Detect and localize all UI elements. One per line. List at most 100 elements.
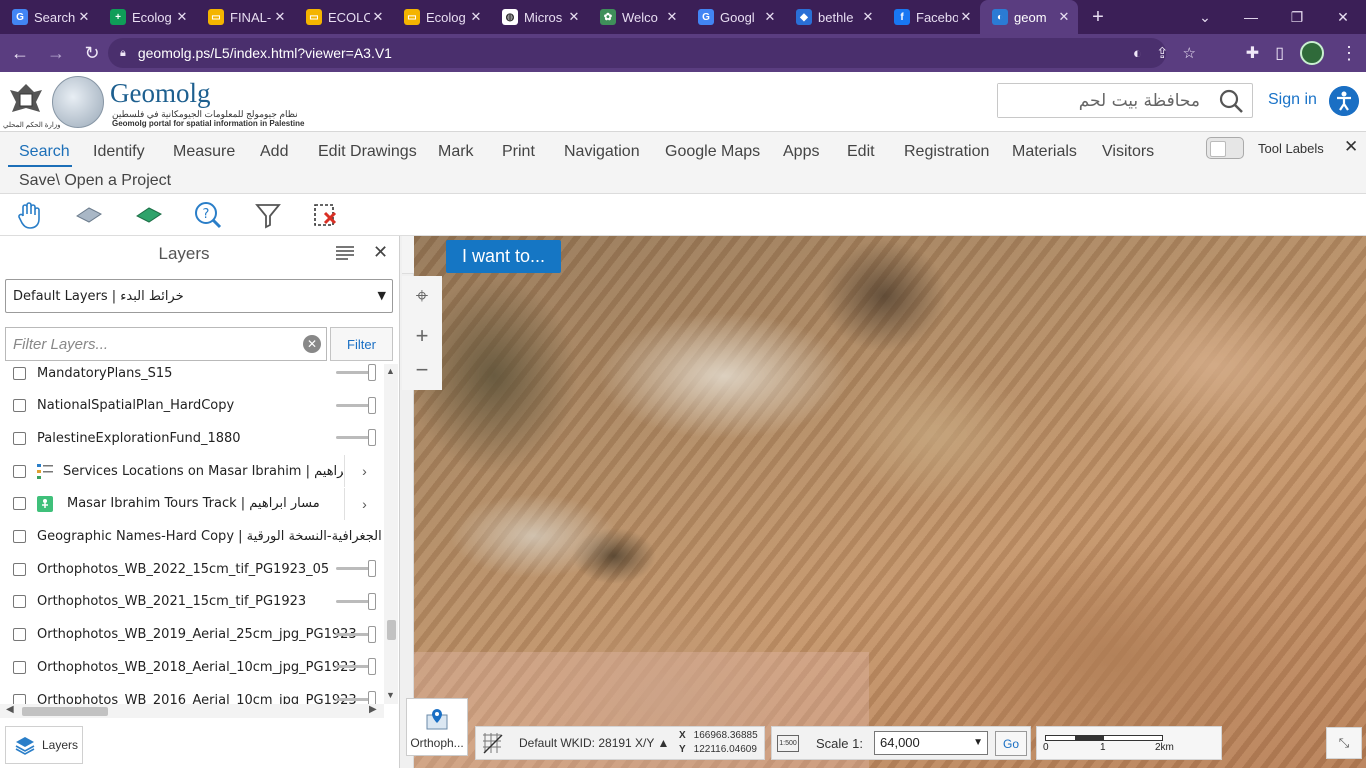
menu-tab-measure[interactable]: Measure [173,143,235,161]
layer-checkbox[interactable] [13,431,26,445]
zoom-out-button[interactable]: − [402,352,442,388]
layer-checkbox[interactable] [13,366,26,380]
layer-row[interactable]: ›Services Locations on Masar Ibrahim | م… [0,455,384,488]
layer-checkbox[interactable] [13,399,26,413]
layer-row[interactable]: Orthophotos_WB_2019_Aerial_25cm_jpg_PG19… [0,619,384,651]
tab-close-icon[interactable]: ✕ [1056,9,1072,25]
layer-checkbox[interactable] [13,660,26,674]
scroll-down-icon[interactable]: ▼ [386,690,395,700]
menu-tab-edit-drawings[interactable]: Edit Drawings [318,143,417,161]
side-panel-icon[interactable]: ▯ [1275,43,1284,63]
google-lens-icon[interactable]: ◐ [1133,45,1142,62]
zoom-in-button[interactable]: + [402,318,442,354]
menu-tab-identify[interactable]: Identify [93,143,145,161]
panel-close-icon[interactable]: ✕ [373,242,388,263]
tab-close-icon[interactable]: ✕ [958,9,974,25]
clear-selection-icon[interactable] [310,200,340,230]
expand-corner-icon[interactable]: ⤡ [1326,727,1362,759]
sign-in-link[interactable]: Sign in [1268,91,1317,109]
scroll-right-icon[interactable]: ▶ [369,704,377,715]
go-button[interactable]: Go [995,731,1027,756]
clear-filter-icon[interactable]: ✕ [303,335,321,353]
address-bar[interactable]: 🔒︎ geomolg.ps/L5/index.html?viewer=A3.V1 [108,38,1166,68]
close-window-button[interactable]: ✕ [1320,0,1366,34]
opacity-slider-thumb[interactable] [368,396,376,414]
layer-checkbox[interactable] [13,693,26,704]
layer-theme-select[interactable]: Default Layers | خرائط البدء ▼ [5,279,393,313]
select-area-icon[interactable] [134,200,164,230]
save-open-project-tab[interactable]: Save\ Open a Project [19,172,171,190]
menu-tab-visitors[interactable]: Visitors [1102,143,1154,161]
browser-menu-icon[interactable]: ⋮ [1340,43,1358,64]
filter-funnel-icon[interactable] [253,200,283,230]
browser-tab[interactable]: ▭ Ecolog ✕ [392,0,490,34]
browser-tab[interactable]: ◆ bethle ✕ [784,0,882,34]
layer-checkbox[interactable] [13,628,26,642]
basemap-switcher[interactable]: Orthoph... [406,698,468,756]
expand-group-chevron-icon[interactable]: › [344,455,384,488]
menu-tab-apps[interactable]: Apps [783,143,819,161]
layer-checkbox[interactable] [13,562,26,576]
layer-opacity-slider[interactable] [336,403,372,407]
menu-tab-add[interactable]: Add [260,143,288,161]
menu-tab-navigation[interactable]: Navigation [564,143,640,161]
menu-tab-search[interactable]: Search [19,143,70,161]
browser-tab[interactable]: G Search ✕ [0,0,98,34]
identify-search-icon[interactable]: ? [193,200,223,230]
back-icon[interactable]: ← [4,37,36,69]
select-polygon-icon[interactable] [74,200,104,230]
layer-row[interactable]: Orthophotos_WB_2021_15cm_tif_PG1923 [0,586,384,618]
opacity-slider-thumb[interactable] [368,592,376,610]
layer-opacity-slider[interactable] [336,665,372,669]
layer-row[interactable]: PalestineExplorationFund_1880 [0,422,384,454]
layer-list-scrollbar[interactable]: ▲ ▼ [384,364,398,704]
tab-search-chevron-icon[interactable]: ⌄ [1182,0,1228,34]
site-brand[interactable]: Geomolg [110,78,211,109]
new-tab-button[interactable]: + [1078,6,1118,29]
tab-close-icon[interactable]: ✕ [762,9,778,25]
pan-hand-icon[interactable] [14,200,44,230]
menu-tab-google-maps[interactable]: Google Maps [665,143,760,161]
layer-checkbox[interactable] [13,530,26,543]
layer-opacity-slider[interactable] [336,436,372,440]
scale-icon[interactable]: 1:500 [777,735,799,752]
layer-opacity-slider[interactable] [336,632,372,636]
layer-opacity-slider[interactable] [336,599,372,603]
tab-close-icon[interactable]: ✕ [468,9,484,25]
browser-tab[interactable]: ◐ geom ✕ [980,0,1078,34]
minimize-button[interactable]: — [1228,0,1274,34]
panel-menu-icon[interactable] [336,246,354,260]
layer-checkbox[interactable] [13,464,26,478]
layer-row[interactable]: Orthophotos_WB_2022_15cm_tif_PG1923_05 [0,553,384,585]
layer-row[interactable]: Orthophotos_WB_2018_Aerial_10cm_jpg_PG19… [0,651,384,683]
opacity-slider-thumb[interactable] [368,429,376,447]
browser-tab[interactable]: + Ecolog ✕ [98,0,196,34]
wkid-selector[interactable]: Default WKID: 28191 X/Y ▲ [519,736,669,750]
scrollbar-thumb[interactable] [387,620,396,640]
tab-close-icon[interactable]: ✕ [174,9,190,25]
locate-me-icon[interactable]: ⌖ [402,278,442,314]
opacity-slider-thumb[interactable] [368,658,376,676]
menu-tab-edit[interactable]: Edit [847,143,875,161]
profile-avatar[interactable] [1300,41,1324,65]
site-search-box[interactable] [997,83,1253,118]
layer-row[interactable]: › Masar Ibrahim Tours Track | مسار ابراهي… [0,487,384,520]
menu-close-icon[interactable]: ✕ [1344,137,1358,157]
tab-close-icon[interactable]: ✕ [860,9,876,25]
browser-tab[interactable]: ▭ ECOLC ✕ [294,0,392,34]
extensions-icon[interactable]: ✚ [1246,43,1259,63]
expand-group-chevron-icon[interactable]: › [344,487,384,520]
menu-tab-registration[interactable]: Registration [904,143,989,161]
search-icon[interactable] [1218,88,1244,114]
opacity-slider-thumb[interactable] [368,625,376,643]
tab-close-icon[interactable]: ✕ [370,9,386,25]
opacity-slider-thumb[interactable] [368,364,376,381]
layer-opacity-slider[interactable] [336,567,372,571]
map-view[interactable] [414,236,1366,768]
maximize-button[interactable]: ❐ [1274,0,1320,34]
layer-row[interactable]: NationalSpatialPlan_HardCopy [0,390,384,422]
hscrollbar-thumb[interactable] [22,707,108,716]
layer-list-hscrollbar[interactable]: ◀ ▶ [0,704,384,718]
i-want-to-button[interactable]: I want to... [446,240,561,273]
tab-close-icon[interactable]: ✕ [76,9,92,25]
